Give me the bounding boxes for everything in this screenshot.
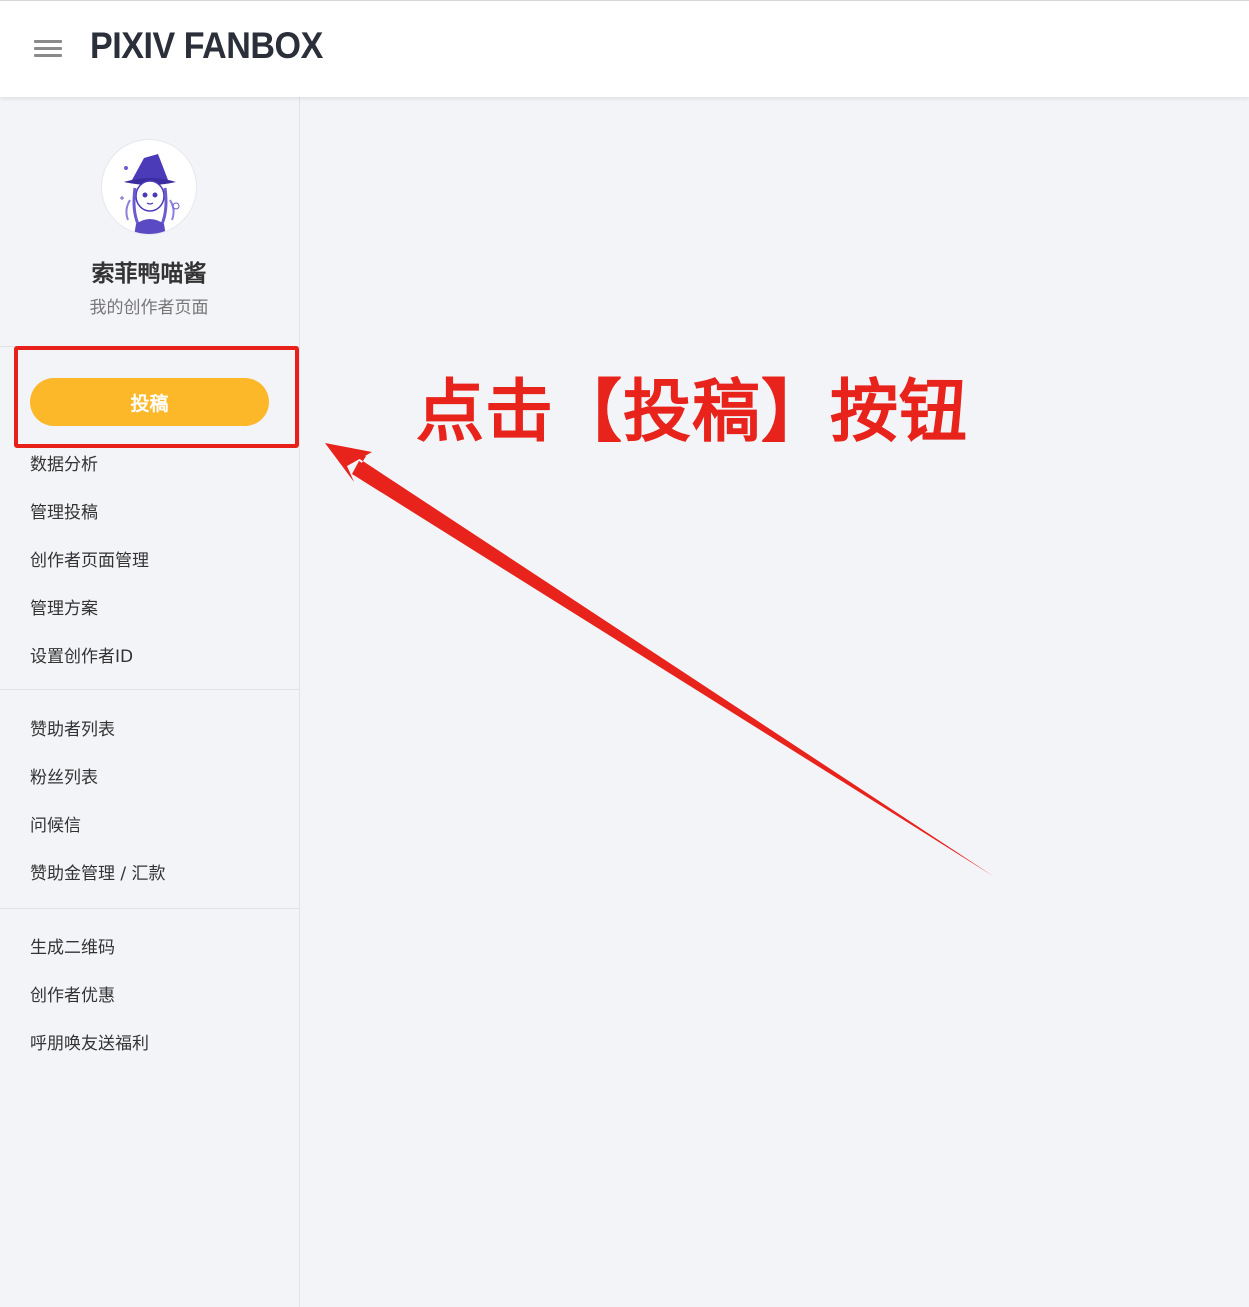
avatar[interactable]	[101, 139, 197, 235]
annotation-text: 点击【投稿】按钮	[416, 373, 969, 452]
nav-item-greeting-letter[interactable]: 问候信	[30, 811, 81, 836]
my-creator-page-link[interactable]: 我的创作者页面	[0, 293, 298, 318]
nav-item-follower-list[interactable]: 粉丝列表	[30, 763, 98, 788]
nav-item-supporter-list[interactable]: 赞助者列表	[30, 715, 115, 740]
site-logo[interactable]: PIXIV FANBOX	[90, 25, 323, 67]
avatar-illustration-icon	[102, 140, 196, 234]
nav-item-manage-creator-page[interactable]: 创作者页面管理	[30, 546, 149, 571]
top-header: PIXIV FANBOX	[0, 0, 1249, 97]
hamburger-menu-icon[interactable]	[34, 38, 62, 60]
annotation-highlight-box	[14, 346, 299, 448]
nav-item-manage-posts[interactable]: 管理投稿	[30, 498, 98, 523]
nav-item-set-creator-id[interactable]: 设置创作者ID	[30, 642, 133, 667]
nav-item-analytics[interactable]: 数据分析	[30, 450, 98, 475]
sidebar: 索菲鸭喵酱 我的创作者页面 投稿 数据分析 管理投稿 创作者页面管理 管理方案 …	[0, 97, 300, 1307]
divider	[0, 908, 299, 909]
nav-item-earnings-payout[interactable]: 赞助金管理 / 汇款	[30, 859, 166, 884]
nav-item-manage-plans[interactable]: 管理方案	[30, 594, 98, 619]
divider	[0, 689, 299, 690]
nav-item-creator-perks[interactable]: 创作者优惠	[30, 981, 115, 1006]
creator-name: 索菲鸭喵酱	[91, 261, 207, 287]
nav-item-referral-rewards[interactable]: 呼朋唤友送福利	[30, 1029, 149, 1054]
nav-item-generate-qr-code[interactable]: 生成二维码	[30, 933, 115, 958]
